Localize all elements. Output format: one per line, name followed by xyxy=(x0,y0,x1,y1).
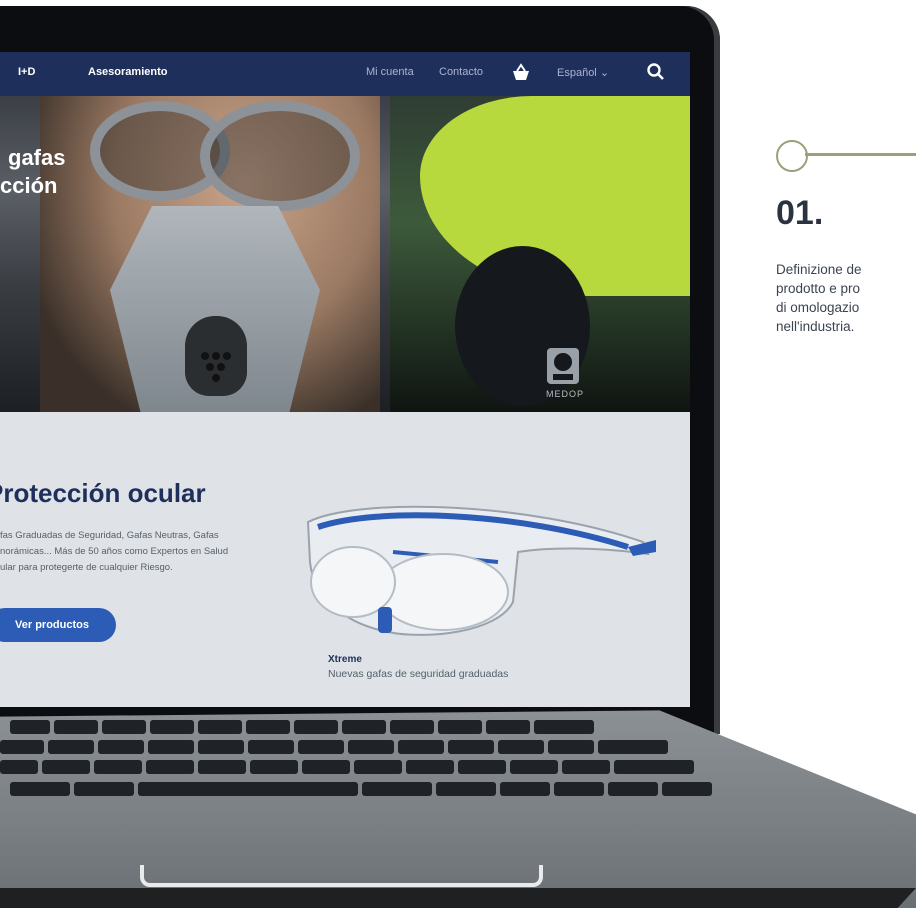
laptop-screen: I+D Asesoramiento Mi cuenta Contacto Esp… xyxy=(0,52,690,707)
product-description: Nuevas gafas de seguridad graduadas xyxy=(328,668,509,680)
timeline-circle-icon xyxy=(776,140,808,172)
earmuff-brand-text: MEDOP xyxy=(546,389,585,399)
step-text-line4: nell'industria. xyxy=(776,319,855,334)
laptop-base xyxy=(0,700,916,908)
search-icon[interactable] xyxy=(646,62,668,84)
keyboard xyxy=(0,720,760,812)
timeline-line xyxy=(805,153,916,156)
goggle-lens-right xyxy=(200,101,360,211)
product-section: Protección ocular fas Graduadas de Segur… xyxy=(0,412,690,707)
view-products-button[interactable]: Ver productos xyxy=(0,608,116,642)
hero-title-line1: gafas xyxy=(8,145,66,170)
section-text-line2: norámicas... Más de 50 años como Experto… xyxy=(0,546,229,557)
hero-banner: MEDOP gafas cción xyxy=(0,96,690,412)
medop-logo-icon xyxy=(545,346,581,386)
step-text-line2: prodotto e pro xyxy=(776,281,861,296)
product-name[interactable]: Xtreme xyxy=(328,654,362,665)
laptop-front-edge xyxy=(0,888,916,908)
safety-glasses-image xyxy=(298,492,658,642)
laptop-mockup: I+D Asesoramiento Mi cuenta Contacto Esp… xyxy=(0,0,916,908)
nav-item-mi-cuenta[interactable]: Mi cuenta xyxy=(366,66,414,78)
step-number: 01. xyxy=(776,194,824,232)
basket-icon[interactable] xyxy=(510,62,532,84)
site-navbar: I+D Asesoramiento Mi cuenta Contacto Esp… xyxy=(0,52,690,96)
step-text-line1: Definizione de xyxy=(776,262,862,277)
section-description: fas Graduadas de Seguridad, Gafas Neutra… xyxy=(0,528,275,576)
language-label: Español xyxy=(557,67,597,79)
section-title: Protección ocular xyxy=(0,478,206,508)
section-text-line1: fas Graduadas de Seguridad, Gafas Neutra… xyxy=(0,530,219,541)
chevron-down-icon: ⌄ xyxy=(599,67,610,79)
nav-item-id[interactable]: I+D xyxy=(18,66,35,78)
section-text-line3: ular para protegerte de cualquier Riesgo… xyxy=(0,562,173,573)
nav-item-asesoramiento[interactable]: Asesoramiento xyxy=(88,66,167,78)
step-text-line3: di omologazio xyxy=(776,300,860,315)
trackpad[interactable] xyxy=(140,865,543,887)
respirator-filter xyxy=(185,316,247,396)
hero-title: gafas cción xyxy=(0,144,65,200)
language-select[interactable]: Español ⌄ xyxy=(557,66,609,79)
hero-title-line2: cción xyxy=(0,173,58,198)
step-description: Definizione de prodotto e pro di omologa… xyxy=(776,260,916,336)
nav-item-contacto[interactable]: Contacto xyxy=(439,66,483,78)
